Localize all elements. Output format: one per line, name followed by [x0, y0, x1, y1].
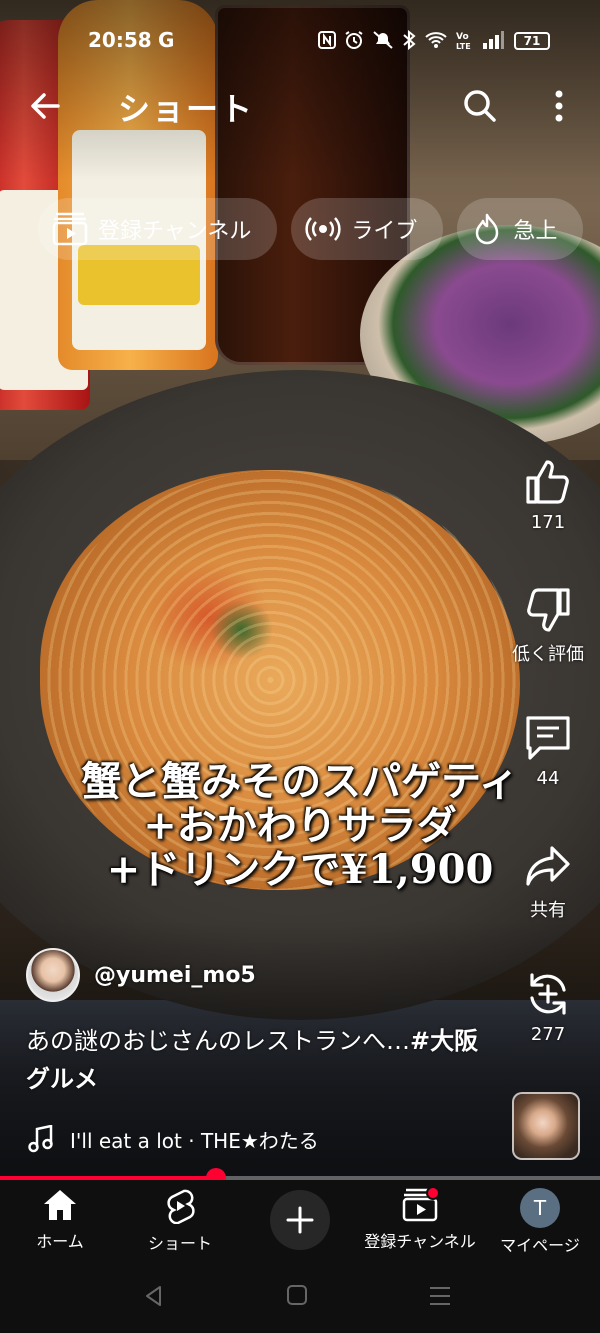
- status-bar: 20:58 G Vo LTE 71: [0, 22, 600, 62]
- nav-mypage[interactable]: T マイページ: [480, 1188, 600, 1256]
- remix-button[interactable]: 277: [508, 970, 588, 1045]
- status-time: 20:58: [88, 28, 152, 52]
- bottom-navigation: ホーム ショート 登録チャンネル T マイページ: [0, 1180, 600, 1262]
- search-button[interactable]: [460, 86, 500, 126]
- notification-dot: [426, 1186, 440, 1200]
- share-button[interactable]: 共有: [508, 842, 588, 922]
- page-title: ショート: [118, 90, 255, 128]
- feed-filter-chips: 登録チャンネル ライブ 急上: [38, 198, 584, 260]
- svg-text:LTE: LTE: [456, 42, 471, 50]
- nav-shorts-label: ショート: [147, 1234, 212, 1253]
- trending-icon: [476, 213, 499, 245]
- plus-icon: [286, 1206, 314, 1234]
- remix-icon: [530, 973, 566, 1015]
- arrow-left-icon: [31, 93, 60, 119]
- channel-avatar[interactable]: [26, 948, 80, 1002]
- battery-indicator: 71: [514, 32, 550, 50]
- share-label: 共有: [530, 900, 566, 921]
- chip-live-label: ライブ: [351, 219, 418, 244]
- chip-live[interactable]: ライブ: [291, 198, 444, 260]
- video-description[interactable]: あの謎のおじさんのレストランへ…#大阪グルメ: [26, 1022, 496, 1098]
- comment-icon: [526, 716, 570, 760]
- system-home-icon[interactable]: [286, 1284, 308, 1306]
- chip-trending-label: 急上: [513, 219, 558, 244]
- nav-home[interactable]: ホーム: [0, 1188, 120, 1252]
- system-navigation-bar: [0, 1262, 600, 1333]
- alarm-icon: [345, 31, 363, 49]
- chip-subscriptions-label: 登録チャンネル: [98, 219, 252, 244]
- music-title: I'll eat a lot · THE★わたる: [70, 1128, 319, 1153]
- dislike-label: 低く評価: [512, 644, 584, 665]
- google-icon: G: [158, 28, 175, 52]
- comment-count: 44: [536, 768, 560, 789]
- nav-subscriptions-label: 登録チャンネル: [364, 1232, 476, 1251]
- nfc-icon: [318, 31, 336, 49]
- system-recents-icon[interactable]: [428, 1284, 452, 1308]
- remix-count: 277: [530, 1024, 566, 1045]
- subscriptions-icon: [52, 212, 88, 246]
- description-text: あの謎のおじさんのレストランへ…: [26, 1027, 410, 1055]
- more-vertical-icon: [555, 90, 563, 122]
- chip-subscriptions[interactable]: 登録チャンネル: [38, 198, 278, 260]
- bluetooth-icon: [403, 30, 416, 50]
- channel-handle[interactable]: @yumei_mo5: [94, 963, 256, 988]
- live-icon: [305, 217, 341, 241]
- signal-icon: [483, 31, 504, 49]
- user-avatar: T: [520, 1188, 560, 1228]
- home-icon: [44, 1190, 76, 1220]
- comments-button[interactable]: 44: [508, 714, 588, 789]
- channel-info[interactable]: @yumei_mo5: [26, 948, 256, 1002]
- thumbs-up-icon: [526, 460, 569, 504]
- share-icon: [526, 846, 570, 886]
- dislike-button[interactable]: 低く評価: [508, 586, 588, 666]
- system-back-icon[interactable]: [142, 1284, 166, 1308]
- volte-icon: VoLTE: [456, 32, 471, 50]
- svg-text:Vo: Vo: [456, 32, 469, 42]
- create-button[interactable]: [270, 1190, 330, 1250]
- music-note-icon: [28, 1125, 53, 1153]
- top-app-bar: ショート: [0, 78, 600, 134]
- more-options-button[interactable]: [544, 86, 574, 126]
- wifi-icon: [425, 32, 447, 48]
- shorts-icon: [167, 1189, 195, 1224]
- search-icon: [464, 90, 496, 122]
- nav-home-label: ホーム: [36, 1232, 84, 1251]
- nav-mypage-label: マイページ: [500, 1236, 580, 1255]
- nav-subscriptions[interactable]: 登録チャンネル: [360, 1186, 480, 1252]
- like-button[interactable]: 171: [508, 458, 588, 533]
- music-thumbnail[interactable]: [512, 1092, 580, 1160]
- music-info[interactable]: I'll eat a lot · THE★わたる: [28, 1122, 319, 1156]
- thumbs-down-icon: [527, 588, 570, 632]
- chip-trending[interactable]: 急上: [457, 198, 584, 260]
- like-count: 171: [530, 512, 566, 533]
- nav-shorts[interactable]: ショート: [120, 1188, 240, 1254]
- mute-icon: [373, 31, 393, 49]
- back-button[interactable]: [26, 86, 66, 126]
